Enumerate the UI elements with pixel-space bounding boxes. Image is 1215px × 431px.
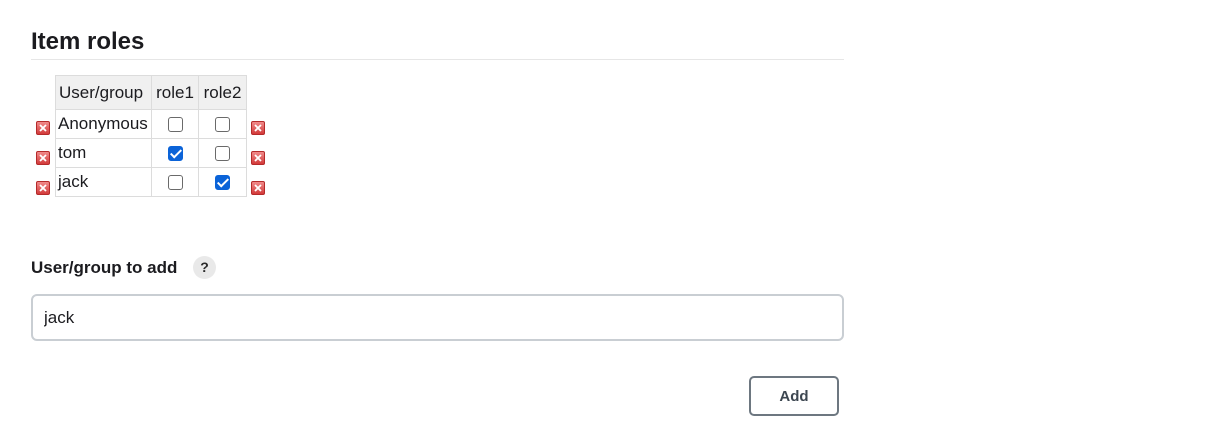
role2-checkbox[interactable] bbox=[215, 117, 230, 133]
title-divider bbox=[31, 59, 844, 60]
help-icon[interactable]: ? bbox=[193, 256, 216, 279]
table-row: jack bbox=[55, 167, 247, 197]
section-title: Item roles bbox=[31, 28, 145, 55]
add-button[interactable]: Add bbox=[749, 376, 839, 416]
role2-checkbox[interactable] bbox=[215, 146, 230, 162]
row-name: tom bbox=[55, 138, 152, 168]
roles-table: User/group role1 role2 Anonymous tom jac… bbox=[55, 75, 247, 197]
role1-checkbox[interactable] bbox=[167, 175, 183, 191]
user-group-input[interactable] bbox=[31, 294, 844, 341]
delete-row-right-icon[interactable] bbox=[251, 151, 265, 165]
delete-row-left-icon[interactable] bbox=[36, 181, 50, 195]
delete-row-left-icon[interactable] bbox=[36, 151, 50, 165]
table-header-row: User/group role1 role2 bbox=[55, 75, 247, 110]
table-row: Anonymous bbox=[55, 109, 247, 139]
role1-checkbox[interactable] bbox=[167, 117, 183, 133]
row-name: jack bbox=[55, 167, 152, 197]
role1-checkbox[interactable] bbox=[167, 146, 183, 162]
item-roles-page: Item roles User/group role1 role2 Anonym… bbox=[0, 0, 1215, 431]
delete-row-right-icon[interactable] bbox=[251, 121, 265, 135]
role2-checkbox[interactable] bbox=[215, 175, 230, 191]
table-row: tom bbox=[55, 138, 247, 168]
row-name: Anonymous bbox=[55, 109, 152, 139]
delete-row-left-icon[interactable] bbox=[36, 121, 50, 135]
column-header-role2: role2 bbox=[198, 75, 247, 110]
delete-row-right-icon[interactable] bbox=[251, 181, 265, 195]
column-header-user-group: User/group bbox=[55, 75, 152, 110]
user-group-to-add-label: User/group to add bbox=[31, 258, 178, 277]
column-header-role1: role1 bbox=[151, 75, 199, 110]
